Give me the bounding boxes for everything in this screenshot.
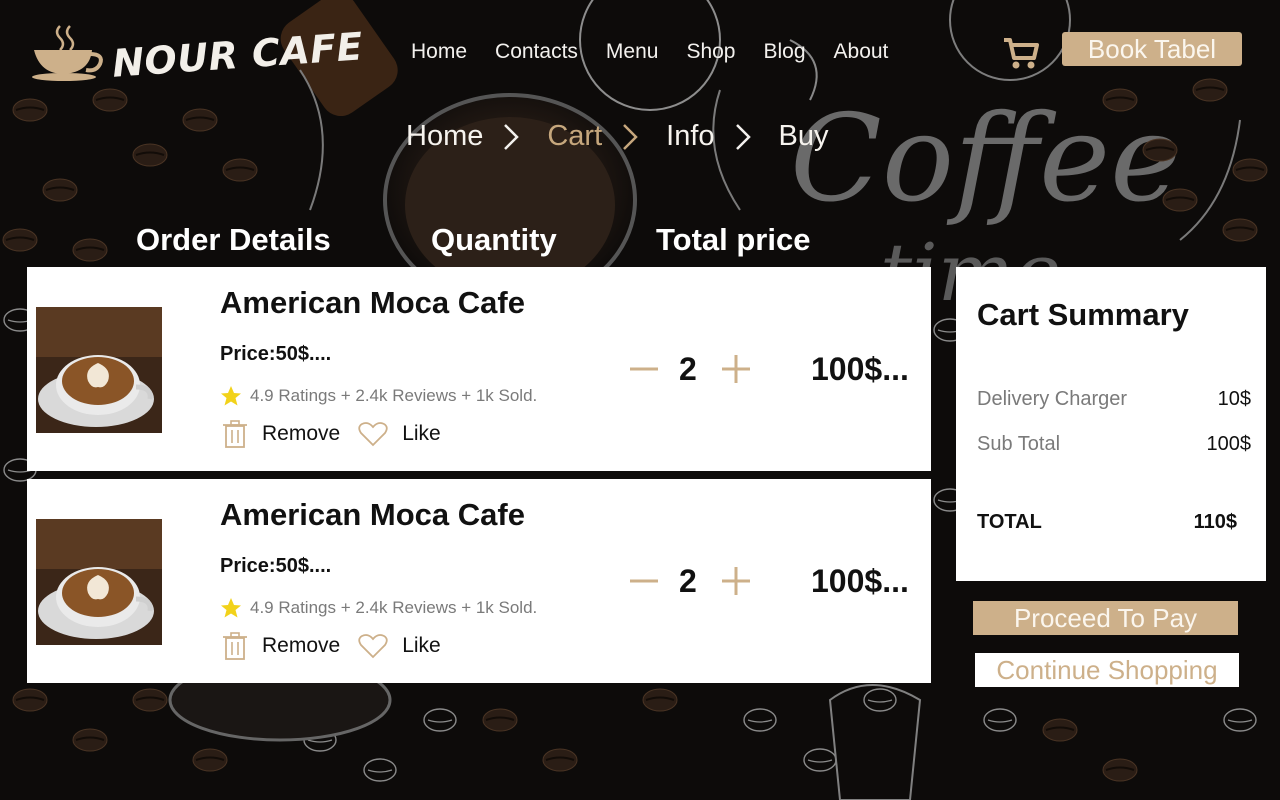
heart-icon	[358, 422, 388, 447]
total-row: TOTAL 110$	[977, 511, 1251, 534]
item-price: Price:50$....	[220, 555, 332, 577]
latte-art-cup-image	[36, 307, 162, 433]
nav-blog[interactable]: Blog	[763, 40, 805, 64]
nav-home[interactable]: Home	[411, 40, 467, 64]
cart-item: American Moca Cafe Price:50$.... 4.9 Rat…	[27, 479, 931, 683]
item-name: American Moca Cafe	[220, 285, 525, 320]
proceed-to-pay-button[interactable]: Proceed To Pay	[973, 601, 1238, 635]
nav-contacts[interactable]: Contacts	[495, 40, 578, 64]
plus-icon[interactable]	[719, 352, 753, 386]
subtotal-value: 100$	[1206, 433, 1252, 455]
breadcrumb-buy[interactable]: Buy	[779, 120, 829, 153]
minus-icon[interactable]	[627, 564, 661, 598]
breadcrumb-cart[interactable]: Cart	[547, 120, 602, 153]
item-price: Price:50$....	[220, 343, 332, 365]
coffee-cup-icon	[32, 25, 103, 81]
heart-icon	[358, 634, 388, 659]
breadcrumb: Home Cart Info Buy	[406, 120, 829, 153]
remove-label: Remove	[262, 634, 341, 657]
minus-icon[interactable]	[627, 352, 661, 386]
nav-menu[interactable]: Menu	[606, 40, 659, 64]
cart-item: American Moca Cafe Price:50$.... 4.9 Rat…	[27, 267, 931, 471]
delivery-charge-value: 10$	[1217, 388, 1251, 410]
trash-icon	[223, 420, 247, 448]
star-icon	[221, 386, 241, 406]
item-total-price: 100$...	[811, 563, 909, 599]
cart-summary-title: Cart Summary	[977, 297, 1189, 332]
item-total-price: 100$...	[811, 351, 909, 387]
remove-button[interactable]: Remove	[222, 631, 340, 661]
nav-about[interactable]: About	[834, 40, 889, 64]
chevron-right-icon	[504, 123, 520, 150]
star-icon	[221, 598, 241, 618]
item-actions: Remove Like	[222, 631, 459, 661]
subtotal-row: Sub Total 100$	[977, 433, 1251, 456]
quantity-value: 2	[679, 351, 697, 387]
column-order-details: Order Details	[136, 222, 331, 257]
item-rating-text: 4.9 Ratings + 2.4k Reviews + 1k Sold.	[250, 386, 538, 405]
nav-shop[interactable]: Shop	[686, 40, 735, 64]
column-quantity: Quantity	[431, 222, 557, 257]
chevron-right-icon	[623, 123, 638, 150]
delivery-charge-label: Delivery Charger	[977, 388, 1128, 410]
item-rating: 4.9 Ratings + 2.4k Reviews + 1k Sold.	[220, 385, 537, 407]
remove-button[interactable]: Remove	[222, 419, 340, 449]
plus-icon[interactable]	[719, 564, 753, 598]
continue-shopping-button[interactable]: Continue Shopping	[975, 653, 1239, 687]
quantity-value: 2	[679, 563, 697, 599]
total-label: TOTAL	[977, 511, 1042, 533]
like-label: Like	[402, 422, 441, 445]
like-label: Like	[402, 634, 441, 657]
trash-icon	[223, 632, 247, 660]
brand-logo[interactable]: NOUR CAFE	[30, 22, 365, 86]
brand-name: NOUR CAFE	[110, 24, 365, 86]
chevron-right-icon	[735, 123, 751, 150]
item-rating-text: 4.9 Ratings + 2.4k Reviews + 1k Sold.	[250, 598, 538, 617]
total-value: 110$	[1193, 511, 1237, 533]
delivery-charge-row: Delivery Charger 10$	[977, 388, 1251, 411]
shopping-cart-icon[interactable]	[1002, 36, 1040, 70]
like-button[interactable]: Like	[358, 421, 441, 447]
item-name: American Moca Cafe	[220, 497, 525, 532]
column-total-price: Total price	[656, 222, 811, 257]
latte-art-cup-image	[36, 519, 162, 645]
breadcrumb-info[interactable]: Info	[666, 120, 714, 153]
book-table-button[interactable]: Book Tabel	[1062, 32, 1242, 66]
breadcrumb-home[interactable]: Home	[406, 120, 483, 153]
subtotal-label: Sub Total	[977, 433, 1061, 455]
item-rating: 4.9 Ratings + 2.4k Reviews + 1k Sold.	[220, 597, 537, 619]
remove-label: Remove	[262, 422, 341, 445]
main-nav: Home Contacts Menu Shop Blog About	[411, 40, 916, 64]
like-button[interactable]: Like	[358, 633, 441, 659]
item-actions: Remove Like	[222, 419, 459, 449]
cart-summary: Cart Summary Delivery Charger 10$ Sub To…	[956, 267, 1266, 581]
